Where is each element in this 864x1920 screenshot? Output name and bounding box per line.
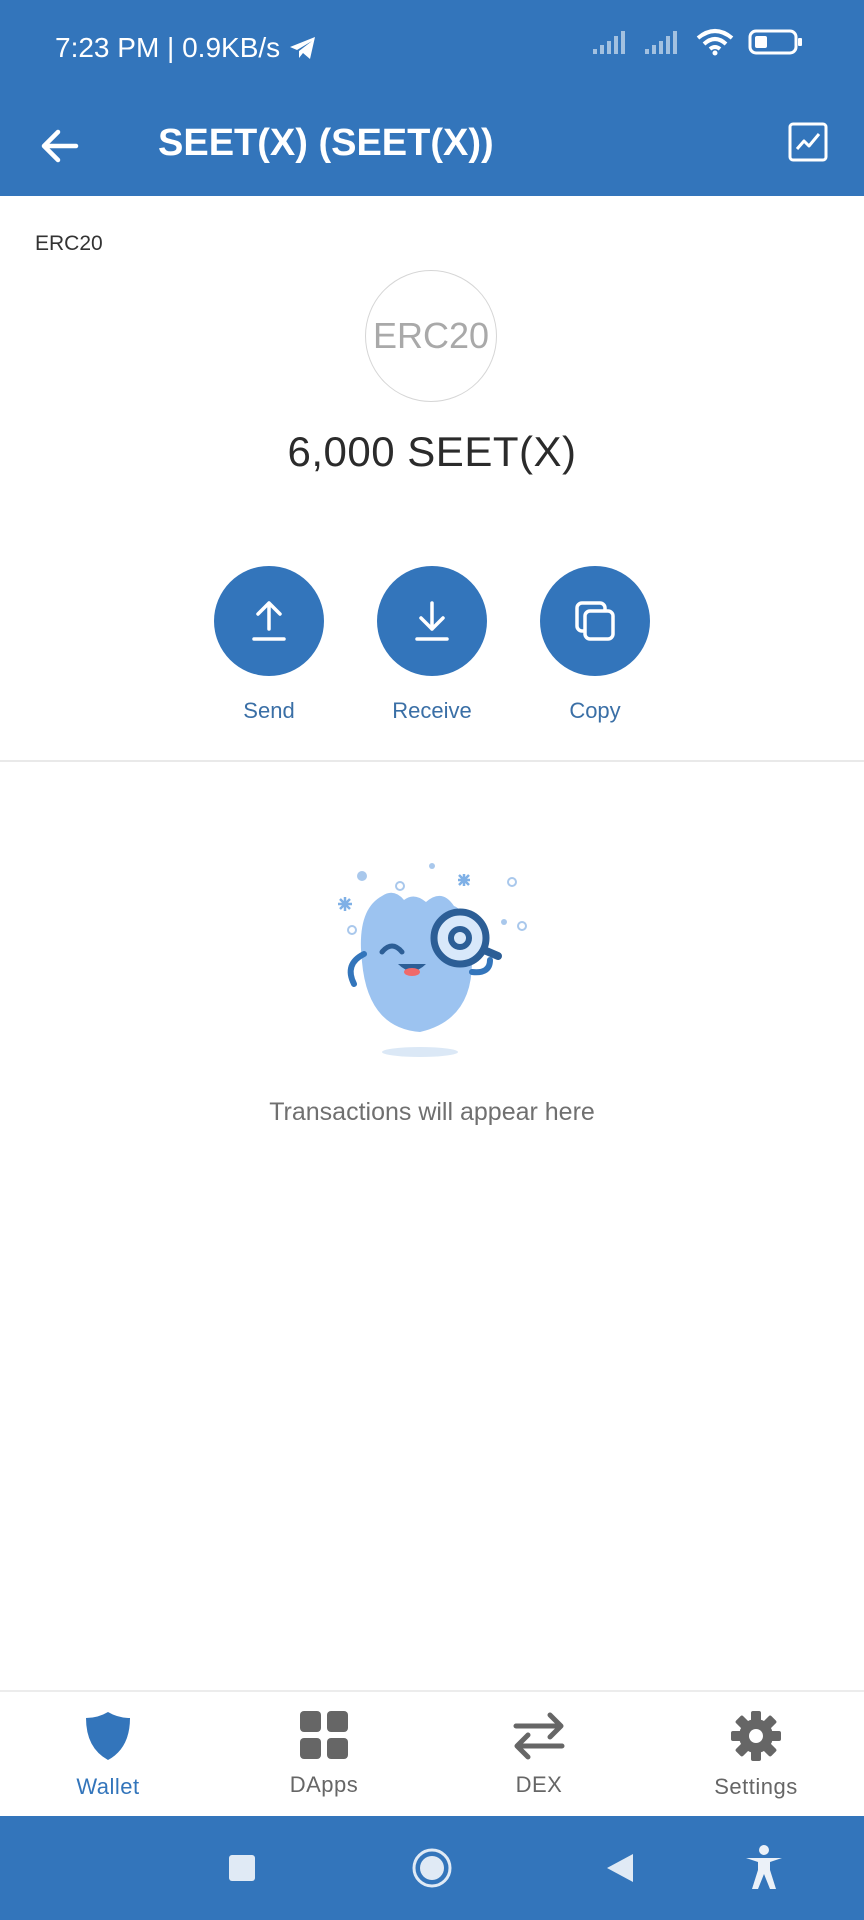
empty-state-message: Transactions will appear here	[269, 1098, 595, 1126]
copy-button-circle[interactable]	[540, 566, 650, 676]
chart-icon	[788, 122, 828, 162]
action-buttons: Send Receive Copy	[0, 566, 864, 726]
status-bar: 7:23 PM | 0.9KB/s	[0, 0, 864, 96]
status-time-text: 7:23 PM | 0.9KB/s	[55, 32, 281, 63]
swap-icon	[513, 1712, 565, 1760]
status-icons	[592, 28, 804, 56]
back-system-button[interactable]	[598, 1846, 642, 1890]
copy-label: Copy	[569, 698, 621, 723]
circle-icon	[412, 1848, 452, 1888]
page-title: SEET(X) (SEET(X))	[158, 122, 494, 164]
send-button-circle[interactable]	[214, 566, 324, 676]
triangle-back-icon	[607, 1854, 633, 1882]
back-button[interactable]	[30, 116, 90, 176]
square-icon	[229, 1855, 255, 1881]
nav-label-dex: DEX	[515, 1772, 563, 1797]
nav-item-wallet[interactable]: Wallet	[28, 1710, 188, 1800]
price-chart-button[interactable]	[780, 114, 836, 170]
token-logo-text: ERC20	[372, 315, 490, 356]
token-type-label: ERC20	[35, 232, 103, 255]
magnifier-mascot-illustration	[338, 863, 527, 1057]
accessibility-icon	[746, 1845, 782, 1889]
status-time: 7:23 PM | 0.9KB/s	[55, 30, 318, 66]
receive-label: Receive	[392, 698, 472, 723]
bottom-nav: Wallet DApps DEX Settings	[0, 1690, 864, 1816]
receive-button[interactable]: Receive	[362, 566, 502, 724]
signal-icon	[593, 31, 625, 54]
copy-button[interactable]: Copy	[525, 566, 665, 724]
nav-label-dapps: DApps	[289, 1772, 359, 1797]
wifi-icon	[696, 29, 734, 56]
nav-label-wallet: Wallet	[76, 1774, 140, 1799]
send-label: Send	[243, 698, 295, 723]
recents-button[interactable]	[220, 1846, 264, 1890]
token-balance: 6,000 SEET(X)	[287, 428, 577, 475]
nav-item-dex[interactable]: DEX	[459, 1710, 619, 1798]
system-nav-bar	[0, 1816, 864, 1920]
download-icon	[415, 601, 449, 641]
back-arrow-icon	[41, 129, 79, 163]
signal-icon	[645, 31, 677, 54]
home-button[interactable]	[410, 1846, 454, 1890]
accessibility-button[interactable]	[742, 1845, 786, 1890]
copy-icon	[575, 601, 615, 641]
token-logo: ERC20	[365, 270, 497, 402]
upload-icon	[252, 601, 286, 641]
app-bar: SEET(X) (SEET(X))	[0, 96, 864, 196]
gear-icon	[731, 1711, 781, 1761]
nav-item-dapps[interactable]: DApps	[244, 1710, 404, 1798]
section-divider	[0, 760, 864, 762]
telegram-icon	[290, 37, 316, 59]
grid-icon	[300, 1711, 348, 1759]
nav-label-settings: Settings	[714, 1774, 798, 1799]
receive-button-circle[interactable]	[377, 566, 487, 676]
nav-item-settings[interactable]: Settings	[676, 1710, 836, 1800]
battery-icon	[748, 29, 802, 55]
send-button[interactable]: Send	[199, 566, 339, 724]
shield-icon	[86, 1712, 130, 1760]
